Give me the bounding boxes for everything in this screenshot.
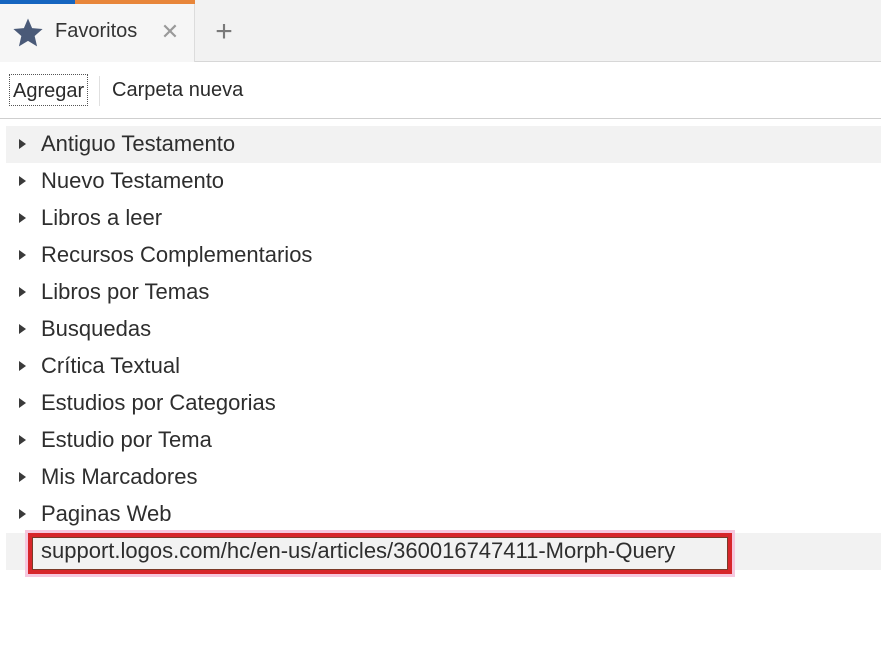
toolbar: Agregar Carpeta nueva bbox=[0, 62, 881, 119]
folder-label: Libros por Temas bbox=[41, 279, 210, 304]
tree-folder[interactable]: Crítica Textual bbox=[6, 348, 881, 385]
expand-caret-icon[interactable] bbox=[19, 287, 26, 297]
folder-label: Crítica Textual bbox=[41, 353, 180, 378]
folder-label: Busquedas bbox=[41, 316, 152, 341]
folder-label: Libros a leer bbox=[41, 205, 163, 230]
folder-label: Antiguo Testamento bbox=[41, 131, 236, 156]
folder-label: Paginas Web bbox=[41, 501, 172, 526]
tree-folder[interactable]: Busquedas bbox=[6, 311, 881, 348]
tree-folder[interactable]: Libros por Temas bbox=[6, 274, 881, 311]
folder-label: Estudio por Tema bbox=[41, 427, 212, 452]
star-icon bbox=[13, 18, 43, 47]
favorites-tree: Antiguo Testamento Nuevo Testamento Libr… bbox=[6, 126, 881, 577]
expand-caret-icon[interactable] bbox=[19, 398, 26, 408]
folder-label: Estudios por Categorias bbox=[41, 390, 276, 415]
tree-folder[interactable]: Antiguo Testamento bbox=[6, 126, 881, 163]
folder-label: Nuevo Testamento bbox=[41, 168, 225, 193]
folder-label: Recursos Complementarios bbox=[41, 242, 313, 267]
expand-caret-icon[interactable] bbox=[19, 472, 26, 482]
expand-caret-icon[interactable] bbox=[19, 324, 26, 334]
tree-folder[interactable]: Libros a leer bbox=[6, 200, 881, 237]
tab-label: Favoritos bbox=[55, 20, 138, 42]
tab-accent-orange bbox=[75, 0, 195, 4]
tree-folder[interactable]: Estudio por Tema bbox=[6, 422, 881, 459]
add-button[interactable]: Agregar bbox=[9, 74, 89, 106]
tree-folder[interactable]: Paginas Web bbox=[6, 496, 881, 533]
expand-caret-icon[interactable] bbox=[19, 213, 26, 223]
plus-icon[interactable]: + bbox=[210, 17, 238, 47]
tree-folder[interactable]: Nuevo Testamento bbox=[6, 163, 881, 200]
toolbar-divider bbox=[99, 76, 100, 106]
close-icon[interactable]: ✕ bbox=[160, 20, 180, 44]
tab-bar: Favoritos ✕ + bbox=[0, 0, 881, 62]
expand-caret-icon[interactable] bbox=[19, 435, 26, 445]
expand-caret-icon[interactable] bbox=[19, 139, 26, 149]
expand-caret-icon[interactable] bbox=[19, 176, 26, 186]
expand-caret-icon[interactable] bbox=[19, 250, 26, 260]
expand-caret-icon[interactable] bbox=[19, 509, 26, 519]
tree-folder[interactable]: Recursos Complementarios bbox=[6, 237, 881, 274]
tree-folder[interactable]: Mis Marcadores bbox=[6, 459, 881, 496]
new-folder-button[interactable]: Carpeta nueva bbox=[112, 74, 243, 106]
favorite-link-row[interactable]: support.logos.com/hc/en-us/articles/3600… bbox=[6, 530, 881, 577]
folder-label: Mis Marcadores bbox=[41, 464, 198, 489]
expand-caret-icon[interactable] bbox=[19, 361, 26, 371]
tree-folder[interactable]: Estudios por Categorias bbox=[6, 385, 881, 422]
tab-favoritos[interactable]: Favoritos ✕ bbox=[0, 0, 195, 62]
favorite-link[interactable]: support.logos.com/hc/en-us/articles/3600… bbox=[41, 538, 675, 564]
tab-accent-blue bbox=[0, 0, 75, 4]
